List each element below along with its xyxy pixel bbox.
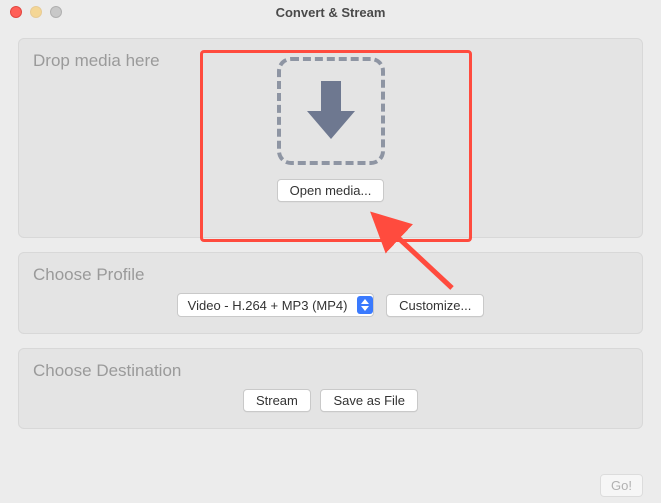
stream-button[interactable]: Stream xyxy=(243,389,311,412)
go-button: Go! xyxy=(600,474,643,497)
profile-selected-value: Video - H.264 + MP3 (MP4) xyxy=(188,298,348,313)
choose-profile-panel: Choose Profile Video - H.264 + MP3 (MP4)… xyxy=(18,252,643,334)
updown-arrows-icon xyxy=(357,296,373,314)
window-title: Convert & Stream xyxy=(0,5,661,20)
choose-destination-panel: Choose Destination Stream Save as File xyxy=(18,348,643,429)
download-arrow-icon xyxy=(303,75,359,147)
save-as-file-button[interactable]: Save as File xyxy=(320,389,418,412)
window-titlebar: Convert & Stream xyxy=(0,0,661,24)
open-media-button[interactable]: Open media... xyxy=(277,179,385,202)
choose-destination-title: Choose Destination xyxy=(33,361,628,381)
choose-profile-title: Choose Profile xyxy=(33,265,628,285)
customize-button[interactable]: Customize... xyxy=(386,294,484,317)
profile-select[interactable]: Video - H.264 + MP3 (MP4) xyxy=(177,293,375,317)
drop-media-panel: Drop media here Open media... xyxy=(18,38,643,238)
drop-zone[interactable] xyxy=(277,57,385,165)
